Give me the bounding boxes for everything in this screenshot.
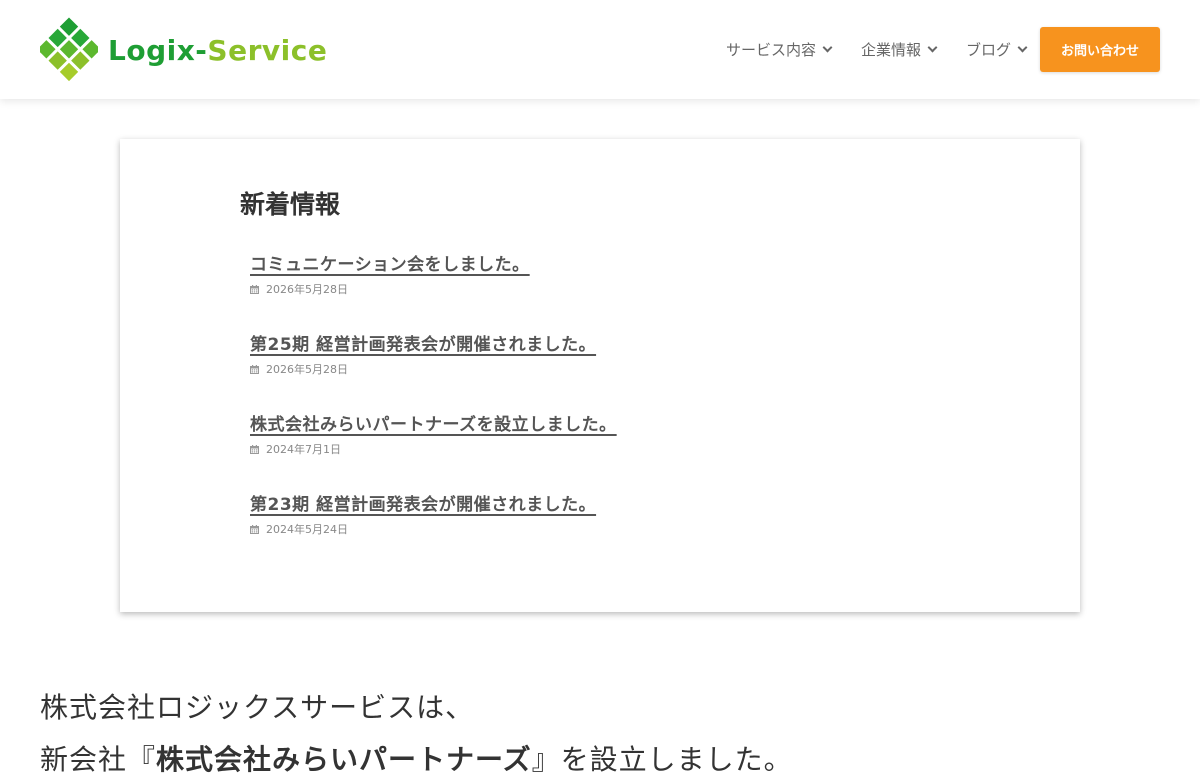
- news-link[interactable]: 第23期 経営計画発表会が開催されました。: [250, 490, 596, 515]
- contact-button[interactable]: お問い合わせ: [1040, 27, 1160, 72]
- news-date-text: 2024年7月1日: [266, 443, 341, 456]
- news-date-text: 2024年5月24日: [266, 523, 348, 536]
- news-item: 株式会社みらいパートナーズを設立しました。 2024年7月1日: [250, 410, 617, 490]
- news-card: 新着情報 コミュニケーション会をしました。 2026年5月28日 第25期 経営…: [120, 139, 1080, 612]
- news-date: 2024年5月24日: [250, 521, 617, 537]
- calendar-icon: [250, 524, 259, 534]
- news-date-text: 2026年5月28日: [266, 283, 348, 296]
- logo[interactable]: Logix-Service: [40, 14, 327, 86]
- calendar-icon: [250, 364, 259, 374]
- logo-text-part-1: Logix-: [108, 33, 208, 67]
- news-list: コミュニケーション会をしました。 2026年5月28日 第25期 経営計画発表会…: [250, 250, 617, 570]
- nav-item-company[interactable]: 企業情報: [860, 39, 938, 60]
- news-link[interactable]: 株式会社みらいパートナーズを設立しました。: [250, 410, 617, 435]
- logo-text: Logix-Service: [108, 34, 327, 67]
- news-item: 第25期 経営計画発表会が開催されました。 2026年5月28日: [250, 330, 617, 410]
- main-nav: サービス内容 企業情報 ブログ お問い合わせ: [726, 27, 1160, 72]
- calendar-icon: [250, 284, 259, 294]
- news-item: 第23期 経営計画発表会が開催されました。 2024年5月24日: [250, 490, 617, 570]
- news-date: 2026年5月28日: [250, 281, 617, 297]
- nav-item-blog[interactable]: ブログ: [965, 39, 1028, 60]
- calendar-icon: [250, 444, 259, 454]
- chevron-down-icon: [1017, 42, 1028, 53]
- intro-line-2: 新会社『株式会社みらいパートナーズ』を設立しました。: [40, 738, 793, 778]
- nav-item-label: 企業情報: [860, 41, 921, 59]
- chevron-down-icon: [822, 42, 833, 53]
- nav-item-label: サービス内容: [725, 41, 816, 59]
- news-heading: 新着情報: [240, 190, 341, 219]
- site-header: Logix-Service サービス内容 企業情報 ブログ お問い合わせ: [0, 0, 1200, 99]
- news-date-text: 2026年5月28日: [266, 363, 348, 376]
- intro-line-2-post: 』を設立しました。: [531, 743, 793, 776]
- news-date: 2024年7月1日: [250, 441, 617, 457]
- nav-item-services[interactable]: サービス内容: [725, 39, 833, 60]
- intro-line-2-pre: 新会社『: [40, 743, 157, 776]
- news-link[interactable]: コミュニケーション会をしました。: [250, 250, 530, 275]
- news-item: コミュニケーション会をしました。 2026年5月28日: [250, 250, 617, 330]
- intro-line-1: 株式会社ロジックスサービスは、: [40, 691, 475, 724]
- logo-mark-icon: [40, 17, 98, 82]
- news-link[interactable]: 第25期 経営計画発表会が開催されました。: [250, 330, 596, 355]
- nav-item-label: ブログ: [965, 41, 1011, 59]
- chevron-down-icon: [927, 42, 938, 53]
- logo-text-part-2: Service: [207, 33, 328, 67]
- news-date: 2026年5月28日: [250, 361, 617, 377]
- intro-line-2-company: 株式会社みらいパートナーズ: [156, 743, 532, 776]
